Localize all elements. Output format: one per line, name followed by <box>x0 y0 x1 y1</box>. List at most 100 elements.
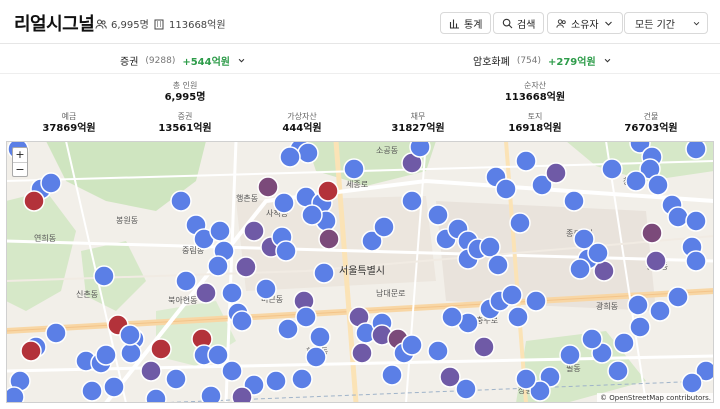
asset-marker[interactable] <box>495 178 517 200</box>
asset-marker[interactable] <box>509 212 531 234</box>
asset-marker[interactable] <box>273 192 295 214</box>
asset-class-crypto[interactable]: 암호화폐 (754) +279억원 <box>473 53 612 68</box>
asset-marker[interactable] <box>145 388 167 403</box>
asset-marker[interactable] <box>629 316 651 338</box>
stats-button[interactable]: 통계 <box>440 12 492 34</box>
asset-marker[interactable] <box>93 265 115 287</box>
asset-marker[interactable] <box>501 284 523 306</box>
asset-marker[interactable] <box>507 306 529 328</box>
asset-marker[interactable] <box>119 324 141 346</box>
asset-marker[interactable] <box>309 326 331 348</box>
asset-marker[interactable] <box>569 258 591 280</box>
asset-marker[interactable] <box>195 282 217 304</box>
asset-marker[interactable] <box>427 204 449 226</box>
asset-marker[interactable] <box>607 360 629 382</box>
asset-marker[interactable] <box>545 162 567 184</box>
asset-marker[interactable] <box>243 220 265 242</box>
asset-marker[interactable] <box>581 328 603 350</box>
asset-marker[interactable] <box>645 250 667 272</box>
asset-marker[interactable] <box>231 310 253 332</box>
zoom-in-button[interactable]: + <box>13 148 27 162</box>
asset-marker[interactable] <box>647 174 669 196</box>
asset-marker[interactable] <box>441 306 463 328</box>
asset-marker[interactable] <box>279 146 301 168</box>
asset-marker[interactable] <box>257 176 279 198</box>
asset-marker[interactable] <box>207 255 229 277</box>
asset-marker[interactable] <box>209 220 231 242</box>
asset-marker[interactable] <box>685 210 707 232</box>
asset-marker[interactable] <box>231 386 253 403</box>
asset-marker[interactable] <box>487 254 509 276</box>
asset-marker[interactable] <box>305 346 327 368</box>
asset-marker[interactable] <box>649 300 671 322</box>
chevron-down-icon <box>238 58 245 63</box>
asset-marker[interactable] <box>295 306 317 328</box>
owner-filter-button[interactable]: 소유자 <box>547 12 623 34</box>
asset-marker[interactable] <box>641 222 663 244</box>
asset-marker[interactable] <box>681 372 703 394</box>
asset-marker[interactable] <box>401 190 423 212</box>
asset-marker[interactable] <box>200 385 222 403</box>
asset-marker[interactable] <box>667 206 689 228</box>
asset-marker[interactable] <box>313 262 335 284</box>
asset-marker[interactable] <box>525 290 547 312</box>
asset-marker[interactable] <box>235 256 257 278</box>
asset-class-securities[interactable]: 증권 (9288) +544억원 <box>120 53 246 68</box>
asset-marker[interactable] <box>23 190 45 212</box>
asset-marker[interactable] <box>291 368 313 390</box>
asset-marker[interactable] <box>255 278 277 300</box>
asset-class-delta: +544억원 <box>182 57 230 68</box>
summary-land: 토지 16918억원 <box>508 112 561 135</box>
asset-marker[interactable] <box>95 344 117 366</box>
asset-marker[interactable] <box>45 322 67 344</box>
asset-marker[interactable] <box>515 368 537 390</box>
asset-marker[interactable] <box>277 318 299 340</box>
asset-marker[interactable] <box>20 340 42 362</box>
asset-marker[interactable] <box>81 380 103 402</box>
asset-marker[interactable] <box>165 368 187 390</box>
asset-marker[interactable] <box>301 204 323 226</box>
asset-marker[interactable] <box>221 282 243 304</box>
asset-marker[interactable] <box>563 190 585 212</box>
asset-marker[interactable] <box>343 158 365 180</box>
asset-marker[interactable] <box>559 344 581 366</box>
asset-marker[interactable] <box>207 344 229 366</box>
asset-marker[interactable] <box>627 294 649 316</box>
asset-marker[interactable] <box>593 260 615 282</box>
asset-marker[interactable] <box>515 150 537 172</box>
asset-marker[interactable] <box>613 332 635 354</box>
asset-marker[interactable] <box>409 141 431 158</box>
asset-marker[interactable] <box>40 172 62 194</box>
asset-marker[interactable] <box>625 170 647 192</box>
asset-marker[interactable] <box>275 240 297 262</box>
asset-marker[interactable] <box>175 270 197 292</box>
asset-marker[interactable] <box>601 158 623 180</box>
asset-marker[interactable] <box>317 180 339 202</box>
asset-marker[interactable] <box>140 360 162 382</box>
asset-marker[interactable] <box>587 242 609 264</box>
asset-marker[interactable] <box>318 228 340 250</box>
asset-map[interactable]: 세종로사직동소공동서울특별시신촌동북아현동행촌동중림동충무로을지로종로5가창신동… <box>6 141 714 403</box>
asset-marker[interactable] <box>150 338 172 360</box>
asset-marker[interactable] <box>373 216 395 238</box>
period-select[interactable]: 모든 기간 <box>624 12 708 34</box>
asset-marker[interactable] <box>667 286 689 308</box>
asset-marker[interactable] <box>297 142 319 164</box>
asset-marker[interactable] <box>351 342 373 364</box>
asset-marker[interactable] <box>265 370 287 392</box>
asset-marker[interactable] <box>120 342 142 364</box>
asset-marker[interactable] <box>685 141 707 160</box>
asset-marker[interactable] <box>685 250 707 272</box>
asset-marker[interactable] <box>170 190 192 212</box>
asset-marker[interactable] <box>381 364 403 386</box>
asset-marker[interactable] <box>221 360 243 382</box>
asset-marker[interactable] <box>103 376 125 398</box>
search-button[interactable]: 검색 <box>493 12 545 34</box>
asset-marker[interactable] <box>473 336 495 358</box>
asset-marker[interactable] <box>6 386 25 403</box>
asset-marker[interactable] <box>455 378 477 400</box>
asset-marker[interactable] <box>479 236 501 258</box>
asset-marker[interactable] <box>427 340 449 362</box>
asset-marker[interactable] <box>401 334 423 356</box>
zoom-out-button[interactable]: − <box>13 162 27 176</box>
